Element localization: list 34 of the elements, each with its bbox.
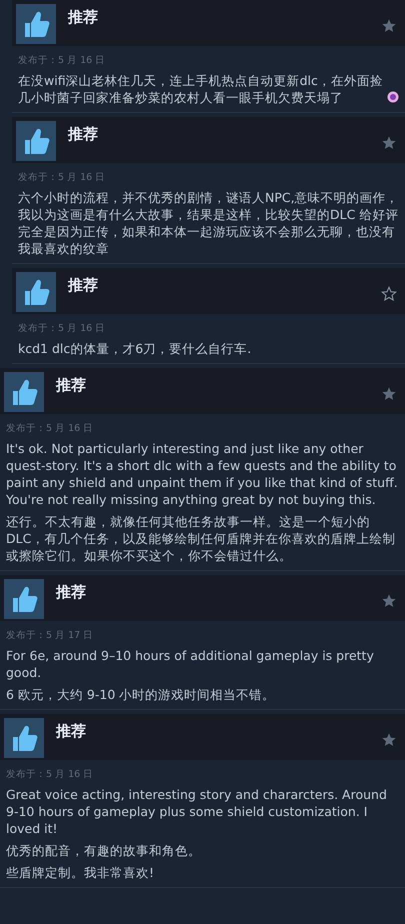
verdict-label: 推荐 [68,8,99,27]
post-date: 发布于：5 月 16 日 [18,171,106,184]
review-text: 优秀的配音，有趣的故事和角色。 [6,843,201,858]
review-text: For 6e, around 9–10 hours of additional gameplay is pretty good. [6,648,374,680]
review-text: 在没wifi深山老林住几天，连上手机热点自动更新dlc，在外面捡几小时菌子回家准备炒菜的农村人看一眼手机欠费天塌了 [18,72,384,106]
post-date: 发布于：5 月 16 日 [6,768,94,781]
review-text: Great voice acting, interesting story and chararcters. Around 9-10 hours of gameplay plus some shield customization. I loved it! [6,787,387,836]
verdict-label: 推荐 [68,276,99,295]
star-icon[interactable] [381,135,397,151]
verdict-label: 推荐 [56,583,87,602]
star-icon[interactable] [381,286,397,302]
review-text: 还行。不太有趣，就像任何其他任务故事一样。这是一个短小的DLC，有几个任务，以及能够绘制任何盾牌并在你喜欢的盾牌上绘制或擦除它们。如果你不买这个，你不会错过什么。 [6,514,396,563]
verdict-label: 推荐 [56,722,87,741]
review-text: 些盾牌定制。我非常喜欢! [6,865,154,880]
verdict-label: 推荐 [56,376,87,395]
star-icon[interactable] [381,732,397,748]
post-date: 发布于：5 月 16 日 [18,54,106,67]
post-date: 发布于：5 月 17 日 [6,629,94,642]
review-text: 6 欧元，大约 9-10 小时的游戏时间相当不错。 [6,687,276,702]
review-text: It's ok. Not particularly interesting and just like any other quest-story. It's a short dlc with a few quests and the ability to paint any shield and unpaint them if you like that kind of stuff. You're not really missing anything great by not buying this. [6,441,398,507]
thumbs-up-icon [16,121,56,161]
review-text: kcd1 dlc的体量，才6刀，要什么自行车. [18,341,252,356]
verdict-label: 推荐 [68,125,99,144]
thumbs-up-icon [4,718,44,758]
star-icon[interactable] [381,18,397,34]
star-icon[interactable] [381,593,397,609]
thumbs-up-icon [16,272,56,312]
star-icon[interactable] [381,386,397,402]
post-date: 发布于：5 月 16 日 [18,322,106,335]
post-date: 发布于：5 月 16 日 [6,422,94,435]
thumbs-up-icon [4,579,44,619]
thumbs-up-icon [4,372,44,412]
thumbs-up-icon [16,4,56,44]
review-text: 六个小时的流程，并不优秀的剧情，谜语人NPC,意味不明的画作，我以为这画是有什么大故事，结果是这样，比较失望的DLC 给好评完全是因为正传，如果和本体一起游玩应该不会那么无聊，也没有我最喜欢的纹章 [18,190,399,256]
